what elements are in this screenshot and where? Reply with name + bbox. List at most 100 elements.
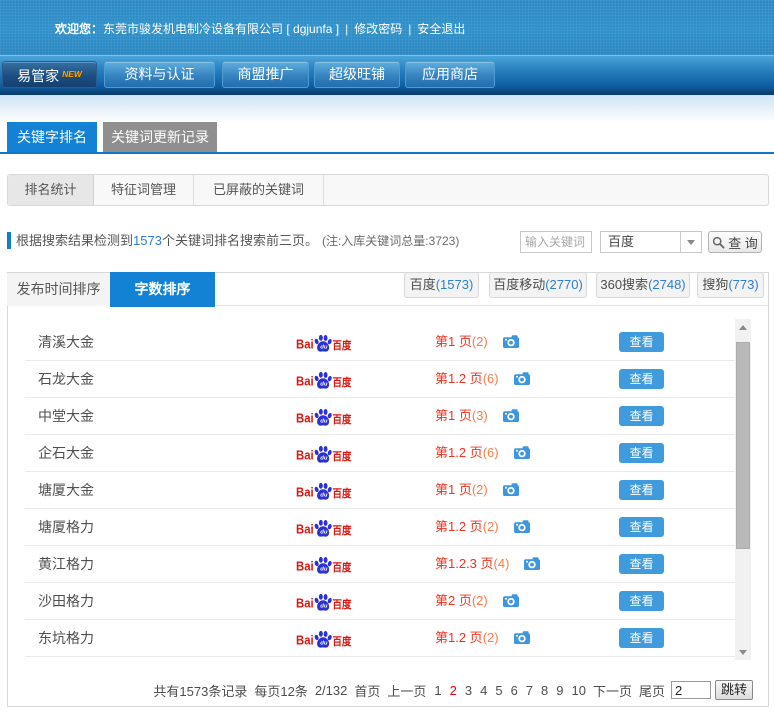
page-number-link[interactable]: 10 [572, 683, 586, 698]
baidu-paw-icon: du [314, 519, 332, 537]
keyword-search-input[interactable] [520, 231, 592, 253]
svg-text:du: du [320, 419, 328, 425]
nav-item-label: 易管家 [17, 68, 60, 84]
scrollbar-thumb[interactable] [736, 342, 750, 549]
view-button[interactable]: 查看 [619, 369, 664, 389]
camera-icon[interactable] [502, 409, 519, 422]
page-number-link[interactable]: 9 [556, 683, 563, 698]
rank-pages: 第1 页 [435, 408, 472, 423]
change-password-link[interactable]: 修改密码 [354, 22, 402, 36]
view-button[interactable]: 查看 [619, 554, 664, 574]
subtab-blocked-keywords[interactable]: 已屏蔽的关键词 [194, 175, 324, 205]
nav-item-app-store[interactable]: 应用商店 [405, 61, 495, 88]
jump-page-input[interactable] [671, 681, 711, 699]
table-row: 清溪大金 Bai du 百度 第1 页(2) 查看 [25, 324, 735, 361]
tab-keyword-ranking[interactable]: 关键字排名 [7, 122, 97, 152]
table-row: 东坑格力 Bai du 百度 第1.2 页(2) 查看 [25, 620, 735, 657]
first-page-link[interactable]: 首页 [354, 681, 380, 700]
camera-icon[interactable] [513, 446, 530, 459]
subtab-ranking-stats[interactable]: 排名统计 [8, 175, 94, 205]
rank-count: (6) [482, 445, 499, 460]
engine-link-360[interactable]: 360搜索(2748) [596, 272, 690, 298]
baidu-paw-icon: du [314, 334, 332, 352]
page-number-link[interactable]: 3 [465, 683, 472, 698]
last-page-link[interactable]: 尾页 [639, 681, 665, 700]
svg-text:du: du [320, 493, 328, 499]
view-button[interactable]: 查看 [619, 406, 664, 426]
page-number-link[interactable]: 8 [541, 683, 548, 698]
engine-link-name: 360搜索 [600, 277, 649, 292]
view-button[interactable]: 查看 [619, 628, 664, 648]
nav-item-alliance-promo[interactable]: 商盟推广 [222, 61, 309, 88]
camera-icon[interactable] [513, 372, 530, 385]
svg-text:du: du [320, 567, 328, 573]
nav-item-label: 商盟推广 [237, 66, 294, 82]
engine-link-count: (2748) [648, 277, 686, 292]
view-button[interactable]: 查看 [619, 591, 664, 611]
query-button-label: 查 询 [728, 235, 758, 251]
baidu-paw-icon: du [314, 556, 332, 574]
page-number-link[interactable]: 4 [480, 683, 487, 698]
sort-tab-publish-time[interactable]: 发布时间排序 [7, 273, 110, 306]
camera-icon[interactable] [513, 631, 530, 644]
svg-text:Bai: Bai [296, 558, 314, 573]
view-button[interactable]: 查看 [619, 443, 664, 463]
baidu-logo: Bai du 百度 [296, 334, 352, 352]
nav-item-label: 应用商店 [422, 66, 478, 82]
svg-text:Bai: Bai [296, 336, 314, 351]
engine-link-baidu-mobile[interactable]: 百度移动(2770) [489, 272, 587, 298]
triangle-down [739, 650, 747, 655]
rank-pages: 第1.2.3 页 [435, 556, 494, 571]
nav-item-credentials[interactable]: 资料与认证 [104, 61, 215, 88]
rank-pages: 第1.2 页 [435, 445, 483, 460]
rank-count: (4) [493, 556, 510, 571]
next-page-link[interactable]: 下一页 [593, 681, 632, 700]
divider: | [408, 22, 412, 36]
select-arrow-zone[interactable] [680, 232, 701, 252]
page-number-link[interactable]: 2 [450, 683, 457, 698]
engine-link-baidu[interactable]: 百度(1573) [404, 272, 479, 298]
nav-item-yiguanjia[interactable]: 易管家 NEW [2, 61, 97, 88]
camera-icon[interactable] [524, 557, 541, 570]
welcome-greeting: 欢迎您： [55, 22, 104, 36]
nav-item-super-shop[interactable]: 超级旺铺 [314, 61, 400, 88]
scrollbar-down-arrow-icon[interactable] [735, 644, 751, 660]
tabs-underline [0, 152, 774, 154]
svg-text:百度: 百度 [332, 375, 351, 389]
scrollbar-up-arrow-icon[interactable] [735, 319, 751, 335]
camera-icon[interactable] [502, 335, 519, 348]
sort-tab-word-count[interactable]: 字数排序 [110, 272, 215, 307]
camera-icon[interactable] [513, 520, 530, 533]
view-button[interactable]: 查看 [619, 332, 664, 352]
tab-keyword-update-log[interactable]: 关键词更新记录 [103, 122, 217, 152]
rank-cell: 第1.2 页(6) [435, 361, 530, 397]
table-scrollbar[interactable] [735, 319, 751, 660]
camera-icon[interactable] [502, 483, 519, 496]
page-number-link[interactable]: 1 [434, 683, 441, 698]
engine-link-sogou[interactable]: 搜狗(773) [697, 272, 764, 298]
jump-button[interactable]: 跳转 [715, 680, 753, 700]
rank-cell: 第1.2.3 页(4) [435, 546, 541, 582]
camera-icon[interactable] [502, 594, 519, 607]
logout-link[interactable]: 安全退出 [417, 22, 465, 36]
view-button[interactable]: 查看 [619, 480, 664, 500]
pagination: 共有1573条记录 每页12条 2/132 首页 上一页 1 2 3 4 5 6 [24, 678, 753, 702]
page-number-link[interactable]: 7 [526, 683, 533, 698]
summary-accent-bar [7, 232, 11, 249]
svg-text:Bai: Bai [296, 484, 314, 499]
query-button[interactable]: 查 询 [708, 231, 762, 253]
subtab-feature-words[interactable]: 特征词管理 [94, 175, 194, 205]
rank-cell: 第1.2 页(6) [435, 435, 530, 471]
engine-select[interactable]: 百度 [600, 231, 702, 253]
prev-page-link[interactable]: 上一页 [387, 681, 426, 700]
svg-text:Bai: Bai [296, 373, 314, 388]
rank-pages: 第2 页 [435, 593, 472, 608]
svg-text:du: du [320, 530, 328, 536]
summary-count: 1573 [133, 233, 162, 248]
page-number-link[interactable]: 5 [495, 683, 502, 698]
view-button[interactable]: 查看 [619, 517, 664, 537]
chevron-down-icon [687, 240, 695, 245]
page-number-link[interactable]: 6 [511, 683, 518, 698]
svg-text:Bai: Bai [296, 521, 314, 536]
keyword-cell: 石龙大金 [38, 371, 94, 387]
